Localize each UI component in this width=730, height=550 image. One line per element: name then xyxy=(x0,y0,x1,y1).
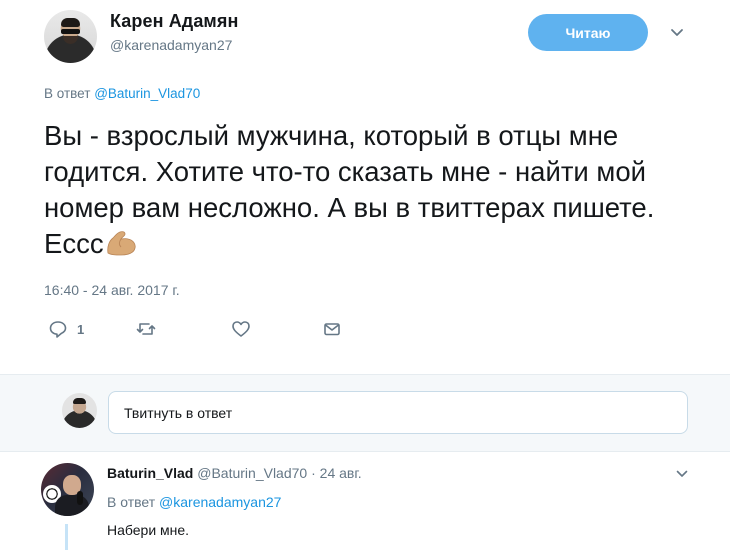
flexed-biceps-icon xyxy=(106,231,136,256)
like-button[interactable] xyxy=(231,318,251,340)
reply-icon xyxy=(49,321,67,338)
author-avatar[interactable] xyxy=(44,10,97,63)
reply-separator: · xyxy=(311,465,316,481)
reply-button[interactable]: 1 xyxy=(48,318,84,340)
chevron-down-icon[interactable] xyxy=(670,28,684,38)
reply-author-handle[interactable]: @Baturin_Vlad70 xyxy=(197,465,307,481)
reply-prefix: В ответ xyxy=(44,86,91,101)
author-display-name[interactable]: Карен Адамян xyxy=(110,11,238,32)
reply-count: 1 xyxy=(77,321,85,337)
follow-button[interactable]: Читаю xyxy=(528,14,648,51)
reply-text: Набери мне. xyxy=(107,522,190,538)
direct-message-button[interactable] xyxy=(322,318,342,340)
reply-reply-prefix: В ответ xyxy=(107,494,156,510)
reply-date[interactable]: 24 авг. xyxy=(320,465,362,481)
thread-line xyxy=(65,524,68,550)
reply-author-name[interactable]: Baturin_Vlad xyxy=(107,465,193,481)
reply-header: Baturin_Vlad @Baturin_Vlad70 · 24 авг. xyxy=(107,465,362,481)
tweet-timestamp[interactable]: 16:40 - 24 авг. 2017 г. xyxy=(44,282,180,298)
like-icon xyxy=(232,321,250,337)
reply-chevron-down-icon[interactable] xyxy=(676,470,688,478)
reply-reply-context: В ответ @karenadamyan27 xyxy=(107,494,281,510)
reply-context: В ответ @Baturin_Vlad70 xyxy=(44,86,200,101)
current-user-avatar xyxy=(62,393,97,428)
retweet-icon xyxy=(136,323,156,335)
reply-author-avatar[interactable] xyxy=(41,463,94,516)
reply-reply-to-link[interactable]: @karenadamyan27 xyxy=(159,494,281,510)
reply-to-link[interactable]: @Baturin_Vlad70 xyxy=(94,86,200,101)
direct-message-icon xyxy=(324,323,340,336)
reply-input[interactable]: Твитнуть в ответ xyxy=(108,391,688,434)
retweet-button[interactable] xyxy=(136,318,156,340)
author-handle[interactable]: @karenadamyan27 xyxy=(110,37,232,53)
tweet-text: Вы - взрослый мужчина, который в отцы мн… xyxy=(44,118,684,262)
